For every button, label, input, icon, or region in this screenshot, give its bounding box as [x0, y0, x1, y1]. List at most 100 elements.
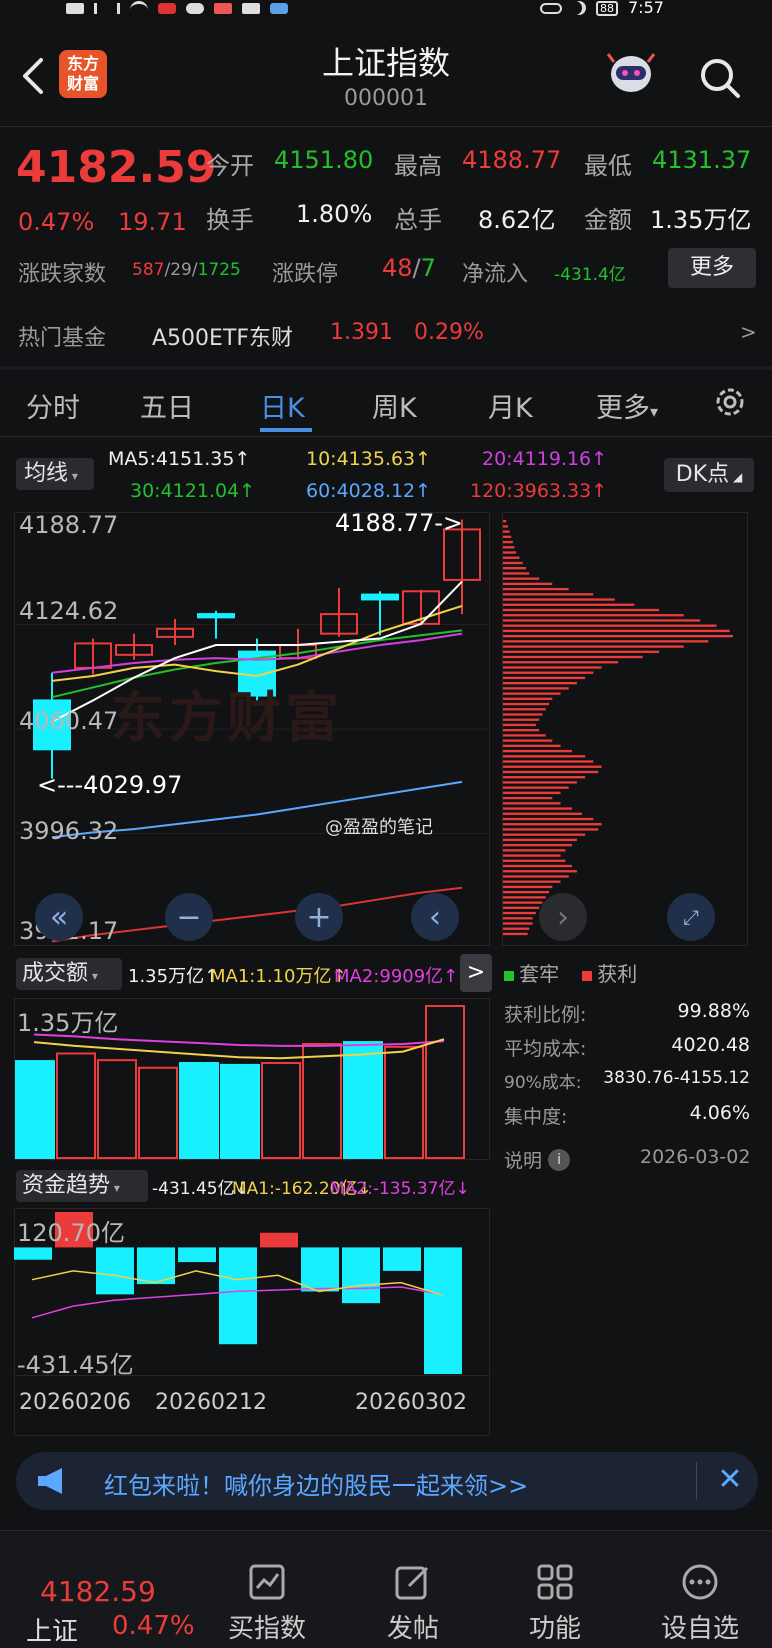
- dk-point-button[interactable]: DK点 ◢: [664, 458, 754, 492]
- hot-fund-name: A500ETF东财: [152, 326, 294, 351]
- cost-bar: [503, 932, 528, 936]
- volume-label: 总手: [394, 206, 442, 234]
- chevron-left-icon: ‹: [429, 899, 441, 935]
- fund-flow-selector[interactable]: 资金趋势 ▾: [16, 1170, 148, 1202]
- tab-intraday[interactable]: 分时: [26, 386, 80, 425]
- cost-bar: [503, 885, 553, 889]
- expand-button[interactable]: ⤢: [667, 893, 715, 941]
- kline-panel[interactable]: 东方财富 4188.77 4124.62 4060.47 3996.32 393…: [14, 509, 490, 946]
- ma10-value: 10:4135.63↑: [306, 448, 432, 470]
- buy-index-label: 买指数: [227, 1614, 306, 1644]
- cost-bar: [503, 655, 643, 659]
- cost-bar: [503, 870, 577, 873]
- tab-daily-k[interactable]: 日K: [260, 386, 305, 425]
- double-left-icon: «: [49, 899, 69, 935]
- chip-stat-row: 平均成本: 4020.48: [504, 1034, 750, 1068]
- cost-bar: [503, 681, 577, 685]
- tab-five-day[interactable]: 五日: [140, 386, 194, 425]
- cost-bar: [503, 859, 566, 862]
- cost-bar: [503, 833, 586, 836]
- turnover-label: 换手: [206, 206, 254, 234]
- next-indicator-button[interactable]: >: [460, 954, 492, 992]
- date-label: 20260206: [19, 1390, 131, 1415]
- y-label-top: 4188.77: [19, 511, 119, 539]
- grid-icon: [537, 1564, 573, 1600]
- buy-index-button[interactable]: 买指数: [222, 1551, 312, 1645]
- tab-monthly-k[interactable]: 月K: [488, 386, 533, 425]
- fund-flow-bar: [14, 1247, 52, 1260]
- cost-bar: [503, 587, 569, 591]
- indicator-selector[interactable]: 均线 ▾: [16, 458, 94, 490]
- app-logo[interactable]: 东方 财富: [59, 50, 107, 98]
- cost-bar: [503, 729, 540, 732]
- close-icon: ✕: [717, 1462, 743, 1497]
- change-percent: 0.47%: [18, 208, 95, 236]
- volume-bar: [138, 1066, 178, 1159]
- chip-date: 2026-03-02: [640, 1146, 751, 1168]
- open-label: 今开: [206, 152, 254, 180]
- divider: [0, 126, 772, 127]
- caret-down-icon: ▾: [110, 1181, 120, 1195]
- zoom-out-button[interactable]: −: [165, 893, 213, 941]
- cost-bar: [503, 776, 586, 779]
- y-label: 4124.62: [19, 597, 119, 625]
- chip-note-button[interactable]: 说明 i: [504, 1146, 571, 1173]
- fund-flow-bar: [96, 1247, 134, 1295]
- indicator-selector-label: 均线: [24, 461, 69, 486]
- cost-bar: [503, 739, 553, 742]
- cost-bar: [503, 817, 594, 821]
- cost-bar: [503, 854, 561, 857]
- cost-bar: [503, 629, 730, 633]
- megaphone-icon: [38, 1468, 62, 1494]
- scroll-left-fast-button[interactable]: «: [35, 893, 83, 941]
- cost-bar: [503, 713, 543, 716]
- cost-bar: [503, 546, 515, 549]
- volume-bar: [179, 1062, 219, 1159]
- fund-flow-panel[interactable]: 120.70亿 -431.45亿: [14, 1208, 490, 1379]
- hot-fund-row[interactable]: 热门基金 A500ETF东财 1.391 0.29% >: [0, 300, 772, 366]
- cost-bar: [503, 676, 586, 680]
- profit-label: 获利: [597, 962, 638, 986]
- cost-bar: [503, 760, 594, 763]
- chevron-right-icon: >: [740, 320, 757, 344]
- promo-banner[interactable]: 红包来啦！喊你身边的股民一起来领>> ✕: [16, 1452, 758, 1510]
- cost-bar: [503, 540, 513, 544]
- high-label: 最高: [394, 152, 442, 180]
- more-button[interactable]: 更多: [668, 248, 756, 288]
- zoom-in-button[interactable]: +: [295, 893, 343, 941]
- app-notify-icon: [158, 2, 176, 14]
- volume-value: 1.35万亿↑: [128, 966, 220, 987]
- robot-assistant-icon[interactable]: [604, 50, 658, 100]
- date-axis: 20260206 20260212 20260302: [14, 1376, 490, 1436]
- back-button[interactable]: [12, 52, 52, 100]
- volume-selector[interactable]: 成交额 ▾: [16, 958, 122, 990]
- netflow-label: 净流入: [462, 262, 529, 287]
- close-banner-button[interactable]: ✕: [710, 1458, 750, 1502]
- search-button[interactable]: [696, 54, 744, 102]
- cost-bar: [503, 645, 684, 648]
- post-button[interactable]: 发帖: [368, 1551, 458, 1645]
- breadth-values: 587/29/1725: [132, 260, 241, 280]
- app-notify-icon: [242, 2, 260, 14]
- cost-bar: [503, 864, 572, 868]
- date-label: 20260212: [155, 1390, 267, 1415]
- gear-icon: [716, 388, 744, 416]
- add-watchlist-button[interactable]: 设自选: [652, 1551, 748, 1645]
- clock: 7:57: [628, 0, 664, 17]
- cost-bar: [503, 551, 517, 554]
- mini-quote[interactable]: 4182.59 上证 0.47%: [0, 1531, 210, 1648]
- fund-flow-bar: [260, 1232, 298, 1248]
- cost-distribution-panel[interactable]: › ⤢: [502, 512, 748, 946]
- tab-more[interactable]: 更多▾: [596, 386, 658, 425]
- cost-bar: [503, 718, 540, 721]
- cost-bar: [503, 640, 709, 643]
- scroll-left-button[interactable]: ‹: [411, 893, 459, 941]
- netflow-value: -431.4亿: [554, 265, 626, 285]
- settings-button[interactable]: [710, 382, 750, 422]
- scroll-right-button[interactable]: ›: [539, 893, 587, 941]
- volume-panel[interactable]: 1.35万亿: [14, 998, 490, 1160]
- chip-stat-row: 集中度: 4.06%: [504, 1102, 750, 1136]
- cost-bar: [503, 671, 594, 674]
- functions-button[interactable]: 功能: [510, 1551, 600, 1645]
- tab-weekly-k[interactable]: 周K: [372, 386, 417, 425]
